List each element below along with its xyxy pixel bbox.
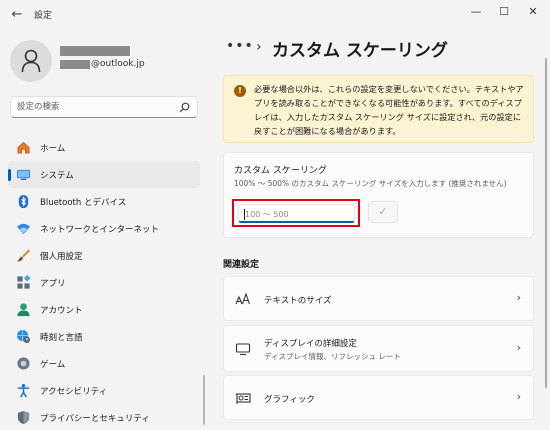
- account-icon: [17, 303, 30, 317]
- user-name-redacted: [60, 46, 130, 56]
- apps-icon: [17, 275, 31, 289]
- sidebar-item-label: Bluetooth とデバイス: [40, 198, 127, 208]
- custom-scaling-card: カスタム スケーリング 100% 〜 500% のカスタム スケーリング サイズ…: [223, 152, 534, 238]
- person-icon: [21, 49, 41, 73]
- avatar: [10, 40, 52, 82]
- chevron-right-icon: ›: [516, 291, 521, 304]
- system-icon: [16, 169, 31, 181]
- sidebar-item-label: ホーム: [40, 144, 66, 154]
- apply-button[interactable]: ✓: [368, 201, 398, 223]
- globe-clock-icon: [16, 329, 31, 344]
- shield-icon: [17, 410, 30, 425]
- text-size-icon: [235, 292, 251, 305]
- graphics-card-icon: [235, 393, 251, 404]
- custom-scaling-description: 100% 〜 500% のカスタム スケーリング サイズを入力します (推奨され…: [234, 179, 507, 188]
- chevron-right-icon: ›: [516, 341, 521, 354]
- wifi-icon: [16, 223, 31, 235]
- sidebar-item-label: 時刻と言語: [40, 333, 83, 343]
- sidebar-item-label: ゲーム: [40, 360, 66, 370]
- page-title: カスタム スケーリング: [272, 41, 448, 61]
- sidebar-item-label: プライバシーとセキュリティ: [40, 414, 150, 424]
- sidebar-item-label: アクセシビリティ: [40, 387, 108, 397]
- brush-icon: [17, 249, 31, 262]
- sidebar-nav: ホーム システム Bluetooth とデバイス ネットワークとインターネット …: [8, 134, 200, 430]
- bluetooth-icon: [18, 194, 29, 209]
- sidebar-item-accessibility[interactable]: アクセシビリティ: [8, 377, 200, 404]
- sidebar-item-label: ネットワークとインターネット: [40, 225, 160, 235]
- chevron-right-icon: ›: [516, 390, 521, 403]
- custom-scaling-field[interactable]: [238, 204, 355, 223]
- related-item-title: テキストのサイズ: [264, 296, 332, 306]
- monitor-icon: [235, 343, 251, 356]
- settings-search[interactable]: [10, 96, 198, 118]
- sidebar-item-label: システム: [40, 171, 74, 181]
- sidebar-item-accounts[interactable]: アカウント: [8, 296, 200, 323]
- custom-scaling-input[interactable]: [245, 208, 345, 220]
- app-title: 設定: [34, 11, 53, 21]
- user-email-redacted: [60, 60, 90, 69]
- home-icon: [17, 141, 30, 154]
- breadcrumb-more-button[interactable]: •••: [226, 38, 254, 54]
- checkmark-icon: ✓: [378, 205, 388, 218]
- related-item-text-size[interactable]: テキストのサイズ ›: [223, 276, 534, 321]
- back-button[interactable]: ←: [6, 5, 28, 25]
- related-item-graphics[interactable]: グラフィック ›: [223, 375, 534, 420]
- related-item-title: グラフィック: [264, 395, 315, 405]
- user-email-suffix: @outlook.jp: [91, 59, 145, 69]
- breadcrumb-separator: ›: [256, 39, 262, 55]
- warning-banner: ! 必要な場合以外は、これらの設定を変更しないでください。テキストやアプリを読み…: [223, 75, 534, 143]
- sidebar-item-personalization[interactable]: 個人用設定: [8, 242, 200, 269]
- content-scrollbar[interactable]: [545, 58, 547, 388]
- sidebar-item-privacy[interactable]: プライバシーとセキュリティ: [8, 404, 200, 430]
- related-item-subtitle: ディスプレイ情報、リフレッシュ レート: [264, 352, 401, 361]
- sidebar-item-gaming[interactable]: ゲーム: [8, 350, 200, 377]
- custom-scaling-title: カスタム スケーリング: [234, 166, 327, 176]
- minimize-button[interactable]: —: [464, 3, 488, 21]
- sidebar-item-apps[interactable]: アプリ: [8, 269, 200, 296]
- game-icon: [17, 357, 30, 370]
- related-item-advanced-display[interactable]: ディスプレイの詳細設定 ディスプレイ情報、リフレッシュ レート ›: [223, 325, 534, 372]
- sidebar-item-label: 個人用設定: [40, 252, 83, 262]
- user-profile[interactable]: @outlook.jp: [10, 40, 200, 82]
- close-button[interactable]: ✕: [521, 3, 545, 21]
- sidebar-scrollbar[interactable]: [203, 375, 205, 425]
- sidebar-item-time-language[interactable]: 時刻と言語: [8, 323, 200, 350]
- title-bar: ← 設定 — ☐ ✕: [0, 0, 550, 30]
- sidebar-item-network[interactable]: ネットワークとインターネット: [8, 215, 200, 242]
- search-input[interactable]: [17, 100, 177, 114]
- sidebar-item-label: アプリ: [40, 279, 66, 289]
- sidebar-item-bluetooth[interactable]: Bluetooth とデバイス: [8, 188, 200, 215]
- search-icon[interactable]: [179, 102, 190, 113]
- sidebar-item-home[interactable]: ホーム: [8, 134, 200, 161]
- related-item-title: ディスプレイの詳細設定: [264, 339, 357, 349]
- warning-text: 必要な場合以外は、これらの設定を変更しないでください。テキストやアプリを読み取る…: [254, 84, 524, 136]
- sidebar-item-system[interactable]: システム: [8, 161, 200, 188]
- highlight-box: [232, 199, 360, 227]
- related-settings-heading: 関連設定: [223, 260, 260, 270]
- warning-icon: !: [234, 85, 246, 97]
- accessibility-icon: [17, 383, 30, 398]
- sidebar-item-label: アカウント: [40, 306, 83, 316]
- maximize-button[interactable]: ☐: [492, 3, 516, 21]
